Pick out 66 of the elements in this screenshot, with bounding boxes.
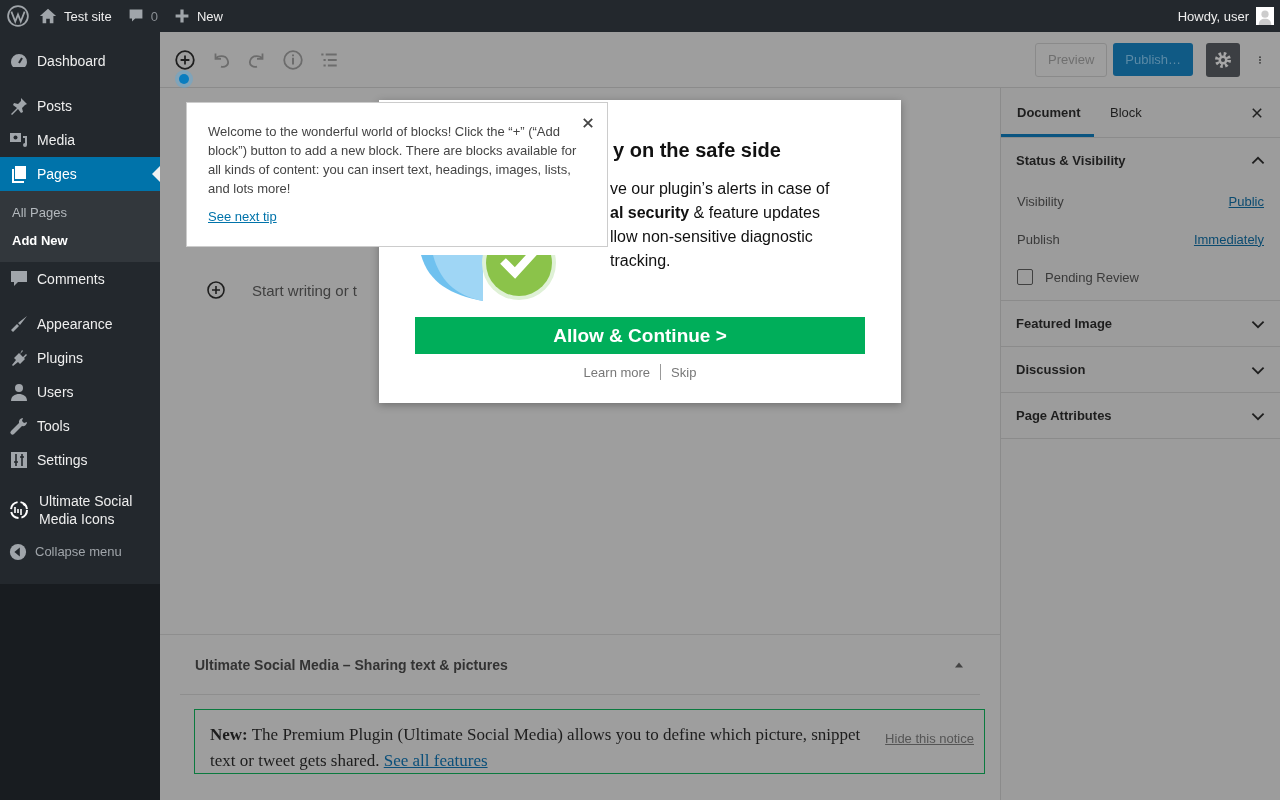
paintbrush-icon [9,314,29,334]
add-block-icon[interactable] [174,48,196,71]
wrench-icon [9,416,29,436]
menu-item[interactable]: Posts [0,89,160,123]
notice-text: New: The Premium Plugin (Ultimate Social Media) allows you to define which picture, snippet text or tweet gets shared. See all features [210,724,862,772]
wordpress-logo-icon[interactable] [7,5,29,27]
submenu-item[interactable]: All Pages [0,199,160,227]
panel-header[interactable]: Discussion [1001,347,1280,392]
sliders-icon [9,450,29,470]
paragraph-placeholder[interactable]: Start writing or t [252,281,358,299]
submenu-item[interactable]: Add New [0,227,160,255]
checkbox-label[interactable]: Pending Review [1045,269,1139,285]
speech-bubble-icon [9,269,29,289]
speech-bubble-icon [127,8,144,24]
see-next-tip-link[interactable]: See next tip [208,209,277,224]
setting-label: Publish [1017,231,1060,247]
menu-item[interactable]: Settings [0,443,160,477]
pages-icon [9,164,29,184]
panel-title: Status & Visibility [1016,153,1126,168]
pushpin-icon [9,96,29,116]
meta-box-title[interactable]: Ultimate Social Media – Sharing text & pictures [195,656,508,673]
panel-header[interactable]: Featured Image [1001,301,1280,346]
avatar-icon [1256,7,1274,25]
tip-text: Welcome to the wonderful world of blocks! Click the “+” (“Add block”) button to add a new block. There are blocks available for all kinds of content: you can insert text, headings, images, lists, and lots more! [208,123,578,198]
person-icon [9,382,29,402]
new-link[interactable]: New [173,8,223,24]
setting-value-link[interactable]: Immediately [1193,231,1264,247]
menu-item[interactable]: Plugins [0,341,160,375]
plus-icon [173,8,190,24]
home-icon [39,7,57,25]
media-camera-icon [9,130,29,150]
menu-item[interactable]: Tools [0,409,160,443]
close-icon[interactable] [582,117,594,129]
dialog-message: ve our plugin’s alerts in case of al security & feature updates llow non-sensitive diagnostic tracking. [610,179,831,271]
social-network-icon [9,500,29,520]
learn-more-link[interactable]: Learn more [583,364,651,380]
menu-item[interactable]: Comments [0,262,160,296]
site-link[interactable]: Test site [39,7,112,25]
menu-item[interactable]: Media [0,123,160,157]
checkbox[interactable] [1017,269,1033,285]
settings-icon [1213,49,1233,70]
panel-header[interactable]: Page Attributes [1001,393,1280,438]
settings-button[interactable] [1206,42,1240,77]
left-arrow-circle-icon [9,543,27,561]
panel-title: Discussion [1016,362,1086,377]
user-greeting[interactable]: Howdy, user [1177,7,1274,25]
menu-item[interactable]: Users [0,375,160,409]
setting-label: Visibility [1017,193,1064,209]
menu-item[interactable]: Appearance [0,307,160,341]
menu-item[interactable]: Dashboard [0,44,160,78]
panel-title: Featured Image [1016,316,1113,331]
setting-value-link[interactable]: Public [1228,193,1264,209]
skip-link[interactable]: Skip [671,364,697,380]
panel-title: Page Attributes [1016,408,1112,423]
sidebar-tab[interactable]: Block [1094,88,1158,137]
menu-item[interactable]: Pages [0,157,160,191]
plug-icon [9,348,29,368]
close-icon[interactable] [1250,105,1264,120]
panel-header[interactable]: Status & Visibility [1001,138,1280,183]
comments-link[interactable]: 0 [127,8,158,24]
sidebar-tab[interactable]: Document [1001,88,1094,137]
collapse-menu-button[interactable]: Collapse menu [0,534,160,570]
add-block-icon[interactable] [206,280,226,300]
dialog-title: y on the safe side [613,138,782,162]
see-all-features-link[interactable]: See all features [383,751,488,770]
menu-item[interactable]: Ultimate Social Media Icons [0,488,160,532]
